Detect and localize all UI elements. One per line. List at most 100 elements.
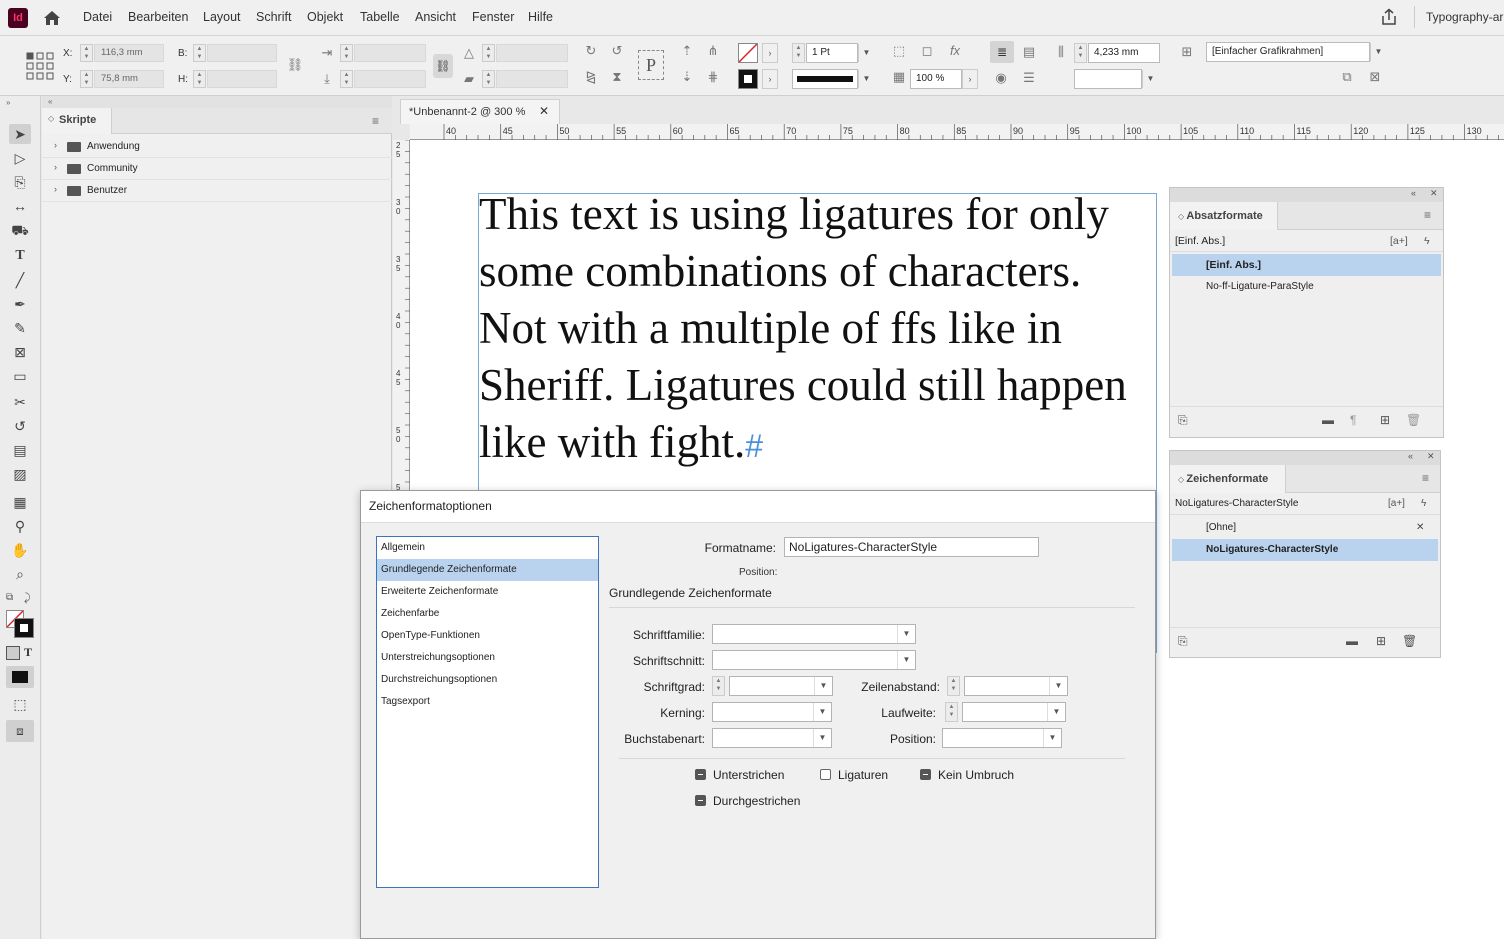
text-wrap-shape-icon[interactable]: ◉ (992, 69, 1010, 87)
clear-override-icon[interactable]: ¶ (1350, 413, 1356, 427)
paragraph-style-item[interactable]: [Einf. Abs.] (1172, 254, 1441, 276)
height-stepper[interactable]: ▲ ▼ (193, 70, 206, 88)
scale-y-stepper[interactable]: ▲ ▼ (340, 70, 353, 88)
menu-fenster[interactable]: Fenster (472, 10, 514, 24)
menu-hilfe[interactable]: Hilfe (528, 10, 553, 24)
rotate-field[interactable] (496, 44, 568, 62)
scale-x-field[interactable] (354, 44, 426, 62)
y-stepper[interactable]: ▲ ▼ (80, 70, 93, 88)
content-collector-icon[interactable]: ⛟ (9, 220, 31, 240)
disclosure-arrow-icon[interactable]: › (54, 162, 57, 172)
x-stepper[interactable]: ▲ ▼ (80, 44, 93, 62)
category-tagsexport[interactable]: Tagsexport (377, 691, 598, 713)
tracking-stepper[interactable]: ▲ ▼ (945, 702, 958, 722)
menu-layout[interactable]: Layout (203, 10, 241, 24)
selection-tool-icon[interactable]: ➤ (9, 124, 31, 144)
clear-overrides-icon[interactable]: ⧉ (1338, 68, 1356, 86)
close-tab-icon[interactable]: ✕ (539, 104, 549, 118)
scale-y-field[interactable] (354, 70, 426, 88)
direct-selection-tool-icon[interactable]: ▷ (9, 148, 31, 168)
share-icon[interactable] (1380, 8, 1398, 26)
text-wrap-none-icon[interactable]: ≣ (990, 41, 1014, 63)
height-field[interactable] (207, 70, 277, 88)
stroke-color-icon[interactable] (14, 618, 34, 638)
rotate-tool-icon[interactable]: ↺ (9, 416, 31, 436)
drop-shadow-icon[interactable]: ◻ (918, 42, 936, 60)
distribute-icon[interactable]: ⋔ (704, 42, 722, 60)
y-field[interactable]: 75,8 mm (94, 70, 164, 88)
category-durchstreichung[interactable]: Durchstreichungsoptionen (377, 669, 598, 691)
lightning-icon[interactable]: ϟ (1424, 230, 1430, 252)
no-break-checkbox[interactable] (920, 769, 931, 780)
kerning-dropdown[interactable]: ▼ (712, 702, 832, 722)
new-style-icon[interactable]: [a+] (1388, 493, 1405, 515)
swap-colors-icon[interactable]: ⤸ (24, 592, 31, 605)
panel-menu-icon[interactable]: ≡ (1422, 471, 1429, 485)
character-style-item[interactable]: [Ohne] ✕ (1172, 517, 1438, 539)
font-size-stepper[interactable]: ▲ ▼ (712, 676, 725, 696)
position-dropdown[interactable]: ▼ (942, 728, 1062, 748)
stroke-weight-stepper[interactable]: ▲ ▼ (792, 43, 805, 63)
flip-vertical-icon[interactable]: ⧗ (608, 68, 626, 86)
gap-tool-icon[interactable]: ↔ (9, 196, 31, 216)
constrain-proportions-icon[interactable]: ⛓ (286, 56, 304, 74)
lightning-icon[interactable]: ϟ (1421, 493, 1426, 515)
width-field[interactable] (207, 44, 277, 62)
preview-mode-icon[interactable]: ⧈ (6, 720, 34, 742)
align-top-icon[interactable]: ⇡ (678, 42, 696, 60)
category-unterstreichung[interactable]: Unterstreichungsoptionen (377, 647, 598, 669)
line-tool-icon[interactable]: ╱ (9, 270, 31, 290)
document-tab[interactable]: *Unbenannt-2 @ 300 % ✕ (400, 99, 560, 124)
paragraph-styles-tab[interactable]: ◇ Absatzformate (1170, 202, 1278, 230)
menu-schrift[interactable]: Schrift (256, 10, 291, 24)
script-folder-community[interactable]: › Community (42, 158, 392, 180)
rotate-cw-icon[interactable]: ↻ (582, 42, 600, 60)
ligatures-checkbox[interactable] (820, 769, 831, 780)
pencil-tool-icon[interactable]: ✎ (9, 318, 31, 338)
home-icon[interactable] (42, 8, 62, 28)
stroke-menu-arrow[interactable]: › (762, 69, 778, 89)
flip-horizontal-icon[interactable]: ⧎ (582, 68, 600, 86)
menu-tabelle[interactable]: Tabelle (360, 10, 400, 24)
strikethrough-checkbox[interactable] (695, 795, 706, 806)
hand-tool-icon[interactable]: ✋ (9, 540, 31, 560)
collapse-panel-icon[interactable]: « (1411, 188, 1416, 198)
scripts-panel-collapse-icon[interactable]: « (42, 96, 392, 108)
tracking-dropdown[interactable]: ▼ (962, 702, 1066, 722)
menu-objekt[interactable]: Objekt (307, 10, 343, 24)
scissors-tool-icon[interactable]: ✂ (9, 392, 31, 412)
stroke-swatch[interactable] (738, 69, 758, 89)
opacity-field[interactable]: 100 % (910, 69, 962, 89)
stroke-weight-field[interactable]: 1 Pt (806, 43, 858, 63)
rectangle-tool-icon[interactable]: ▭ (9, 366, 31, 386)
rotate-stepper[interactable]: ▲ ▼ (482, 44, 495, 62)
load-styles-icon[interactable]: ⎘ (1178, 413, 1188, 428)
underline-checkbox[interactable] (695, 769, 706, 780)
case-dropdown[interactable]: ▼ (712, 728, 832, 748)
menu-ansicht[interactable]: Ansicht (415, 10, 456, 24)
text-wrap-box-icon[interactable]: ▤ (1020, 43, 1038, 61)
align-bottom-icon[interactable]: ⇣ (678, 68, 696, 86)
script-folder-anwendung[interactable]: › Anwendung (42, 136, 392, 158)
new-group-icon[interactable]: ▬ (1322, 413, 1334, 427)
disclosure-arrow-icon[interactable]: › (54, 184, 57, 194)
category-erweiterte[interactable]: Erweiterte Zeichenformate (377, 581, 598, 603)
x-field[interactable]: 116,3 mm (94, 44, 164, 62)
rotate-ccw-icon[interactable]: ↺ (608, 42, 626, 60)
type-tool-icon[interactable]: T (9, 246, 31, 266)
text-wrap-jump-icon[interactable]: ☰ (1020, 69, 1038, 87)
delete-icon[interactable]: 🗑 (1402, 634, 1417, 648)
fx-icon[interactable]: fx (946, 42, 964, 60)
menu-datei[interactable]: Datei (83, 10, 112, 24)
new-style-icon[interactable]: [a+] (1390, 230, 1408, 252)
eyedropper-tool-icon[interactable]: ⚲ (9, 516, 31, 536)
load-styles-icon[interactable]: ⎘ (1178, 634, 1188, 649)
character-style-item[interactable]: NoLigatures-CharacterStyle (1172, 539, 1438, 561)
note-tool-icon[interactable]: ▦ (9, 492, 31, 512)
toolbox-collapse-icon[interactable]: » (6, 98, 10, 107)
formatting-text-icon[interactable]: T (24, 645, 32, 660)
gutter-field[interactable]: 4,233 mm (1088, 43, 1160, 63)
paragraph-frame-icon[interactable]: P (638, 50, 664, 80)
scripts-tab[interactable]: ◇ Skripte (42, 108, 112, 134)
pen-tool-icon[interactable]: ✒ (9, 294, 31, 314)
